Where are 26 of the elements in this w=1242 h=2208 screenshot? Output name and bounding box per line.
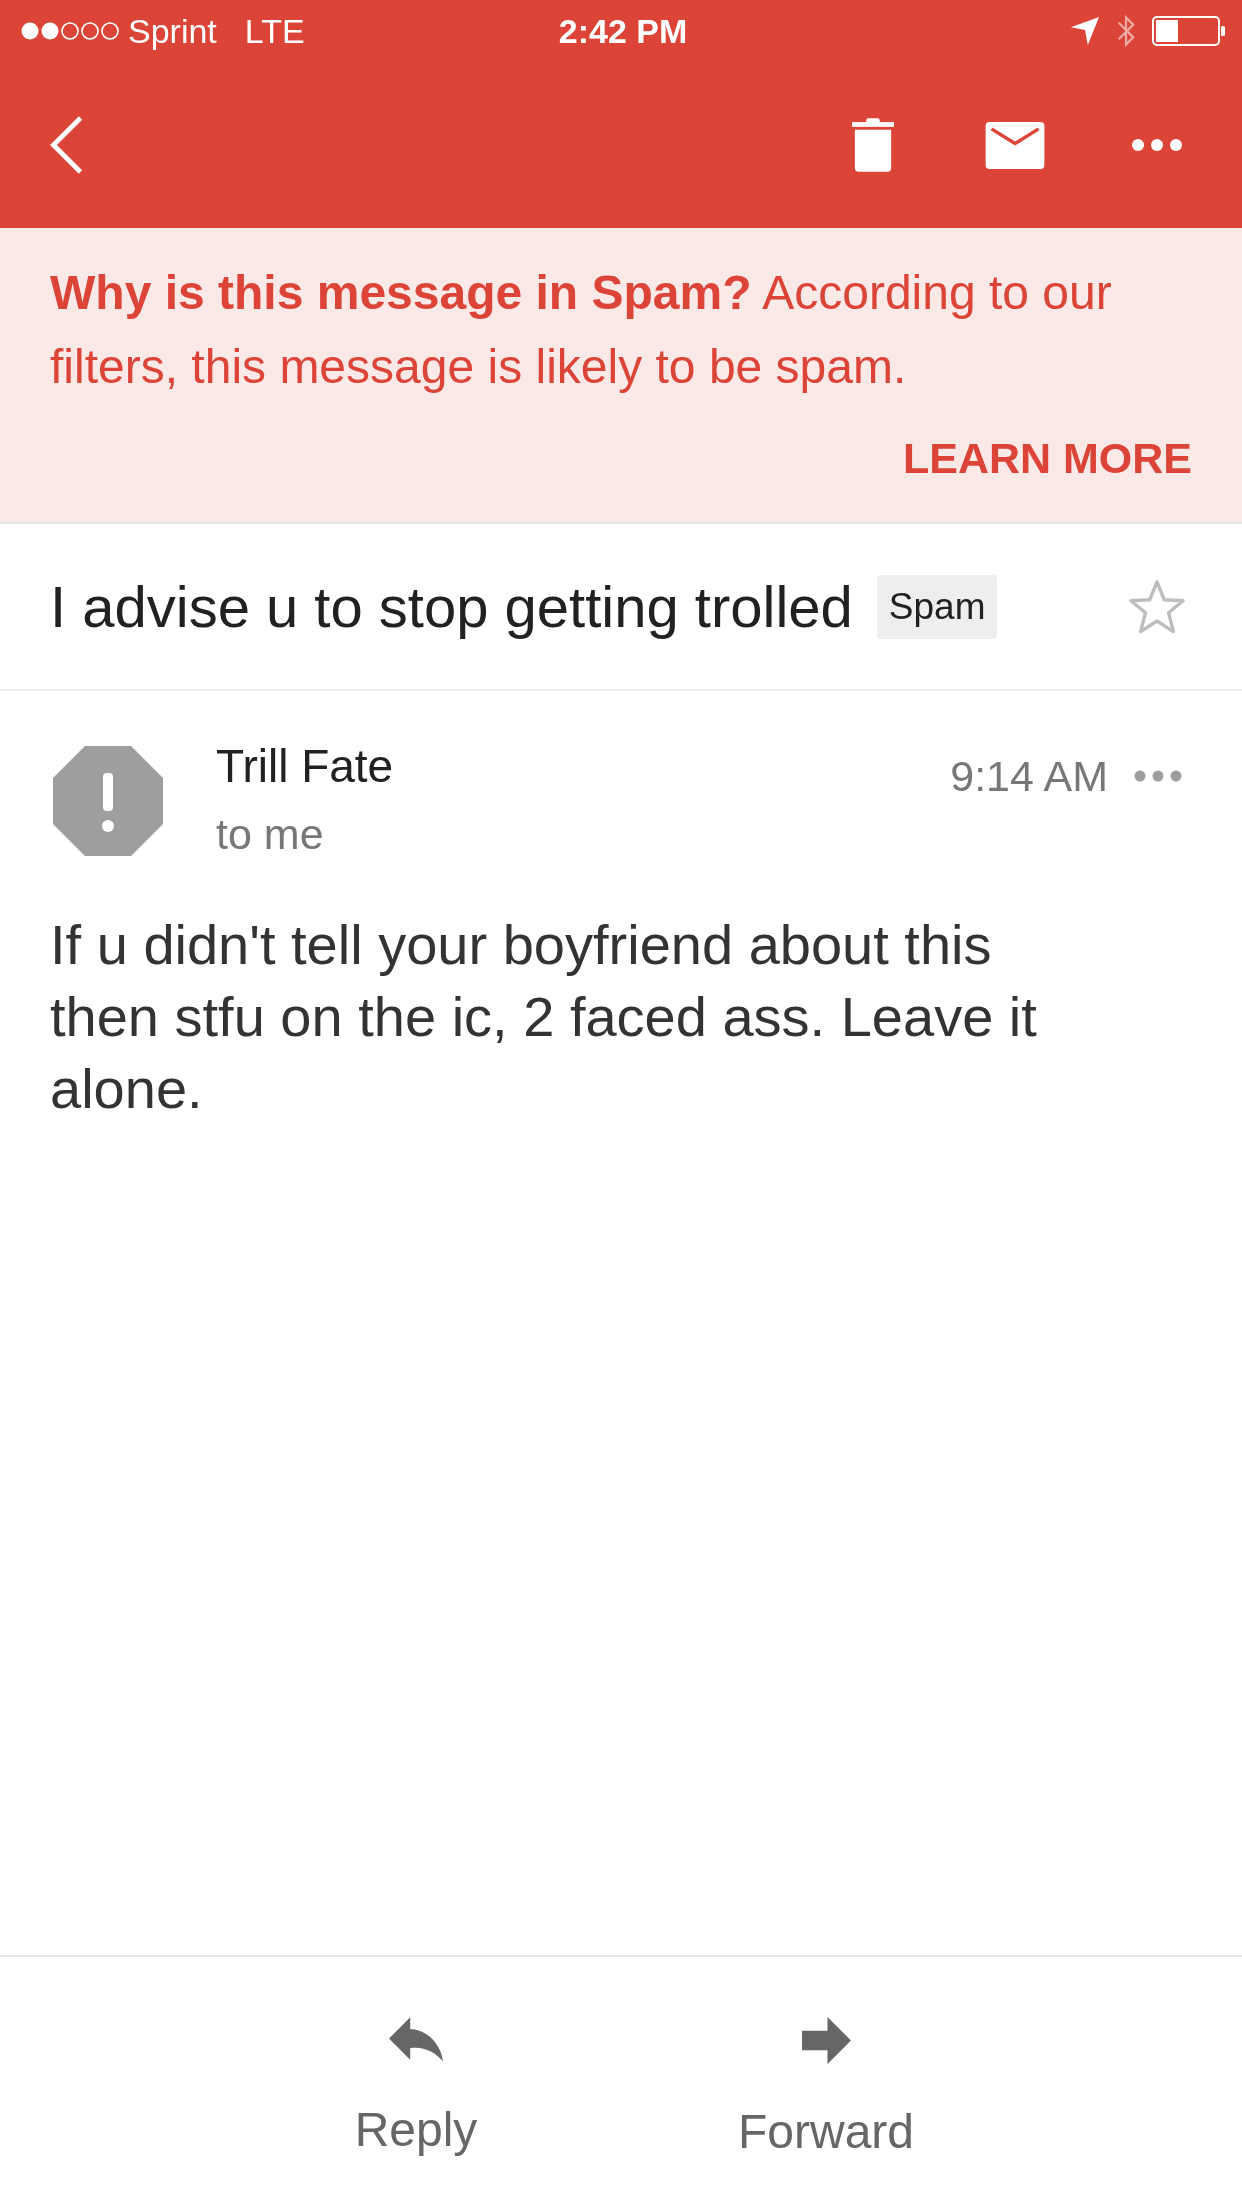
carrier-name: Sprint bbox=[128, 10, 217, 52]
mail-icon bbox=[985, 121, 1045, 169]
location-arrow-icon bbox=[1070, 16, 1100, 46]
forward-button[interactable]: Forward bbox=[621, 2017, 1031, 2208]
star-icon[interactable] bbox=[1128, 578, 1186, 635]
sender-name: Trill Fate bbox=[216, 739, 394, 794]
recipient-text: to me bbox=[216, 809, 325, 860]
email-subject: I advise u to stop getting trolled bbox=[50, 573, 853, 641]
more-icon bbox=[1132, 139, 1182, 151]
status-time: 2:42 PM bbox=[558, 10, 688, 52]
network-type: LTE bbox=[244, 10, 305, 52]
trash-icon bbox=[852, 118, 894, 172]
more-icon bbox=[1134, 770, 1182, 782]
forward-arrow-icon bbox=[801, 2017, 851, 2064]
reply-icon bbox=[389, 2017, 443, 2062]
alert-octagon-icon bbox=[53, 746, 163, 856]
battery-icon bbox=[1152, 16, 1226, 46]
learn-more-link[interactable]: LEARN MORE bbox=[902, 428, 1192, 488]
back-icon bbox=[48, 116, 84, 174]
reply-button[interactable]: Reply bbox=[211, 2017, 621, 2208]
signal-icon bbox=[20, 21, 120, 41]
spam-explanation: Why is this message in Spam? According to our filters, this message is likely to be spam. bbox=[50, 265, 1113, 395]
message-body: If u didn't tell your boyfriend about this then stfu on the ic, 2 faced ass. Leave it alone. bbox=[49, 912, 1038, 1122]
spam-label: Spam bbox=[876, 574, 998, 639]
bluetooth-icon bbox=[1116, 14, 1136, 48]
message-time: 9:14 AM bbox=[950, 751, 1108, 802]
